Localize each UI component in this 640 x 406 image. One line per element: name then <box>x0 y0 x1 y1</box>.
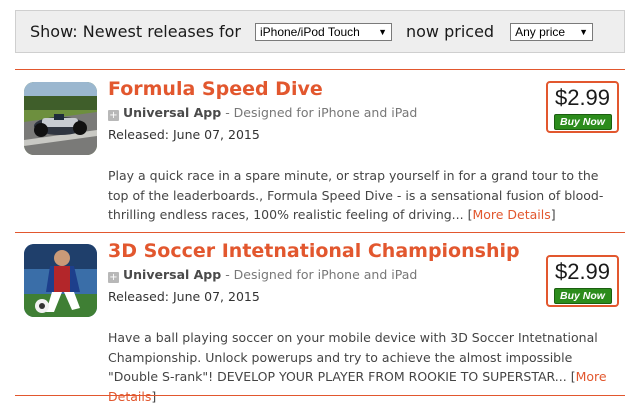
price: $2.99 <box>554 259 611 284</box>
price-box: $2.99 Buy Now <box>546 81 619 133</box>
universal-plus-icon: + <box>108 272 119 283</box>
app-meta: + Universal App - Designed for iPhone and… <box>108 267 417 283</box>
universal-plus-icon: + <box>108 110 119 121</box>
release-date: Released: June 07, 2015 <box>108 289 260 304</box>
app-title[interactable]: Formula Speed Dive <box>108 78 323 100</box>
platform-select-value: iPhone/iPod Touch <box>259 24 360 39</box>
price-select[interactable]: Any price ▼ <box>510 22 594 41</box>
now-priced-label: now priced <box>405 22 495 41</box>
platform-select[interactable]: iPhone/iPod Touch ▼ <box>254 22 392 41</box>
price-box: $2.99 Buy Now <box>546 255 619 307</box>
filter-bar: Show: Newest releases for iPhone/iPod To… <box>15 10 625 53</box>
dropdown-arrow-icon: ▼ <box>579 26 589 37</box>
price: $2.99 <box>554 85 611 110</box>
app-title[interactable]: 3D Soccer Intetnational Championship <box>108 240 520 262</box>
divider <box>15 69 625 70</box>
app-description: Play a quick race in a spare minute, or … <box>108 168 604 222</box>
designed-for-label: - Designed for iPhone and iPad <box>221 105 418 120</box>
release-date: Released: June 07, 2015 <box>108 127 260 142</box>
designed-for-label: - Designed for iPhone and iPad <box>221 267 418 282</box>
buy-now-button[interactable]: Buy Now <box>553 288 612 304</box>
more-details-link[interactable]: More Details <box>472 207 550 222</box>
divider <box>15 232 625 233</box>
universal-app-label: Universal App <box>123 267 222 282</box>
show-label: Show: Newest releases for <box>30 22 241 41</box>
price-select-value: Any price <box>515 24 566 39</box>
divider <box>15 395 625 396</box>
app-meta: + Universal App - Designed for iPhone and… <box>108 105 417 121</box>
buy-now-button[interactable]: Buy Now <box>553 114 612 130</box>
dropdown-arrow-icon: ▼ <box>378 26 387 37</box>
universal-app-label: Universal App <box>123 105 222 120</box>
app-icon-3d-soccer[interactable] <box>24 244 97 317</box>
description-text: Have a ball playing soccer on your mobil… <box>108 330 598 384</box>
app-icon-formula-speed-dive[interactable] <box>24 82 97 155</box>
